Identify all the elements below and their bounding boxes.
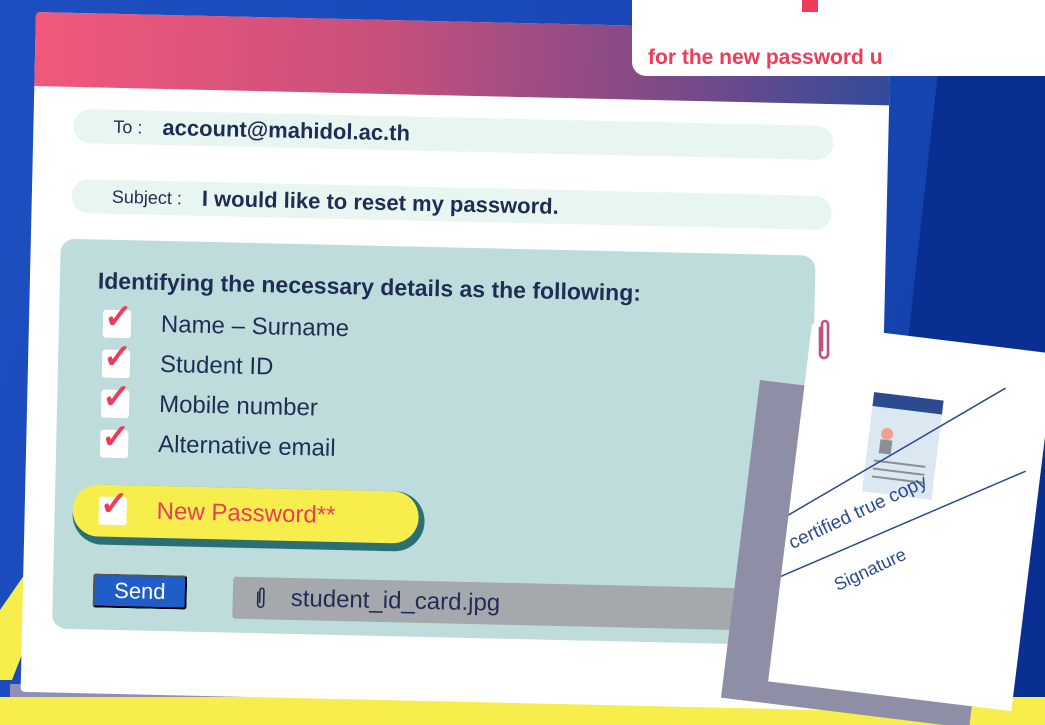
checklist-item-label: Alternative email (157, 430, 336, 462)
stamp-text: certified true copy (786, 471, 931, 554)
checklist-item: ✓ Mobile number (100, 378, 348, 430)
signature-text: Signature (831, 544, 909, 595)
paperclip-icon (818, 319, 830, 360)
to-value: account@mahidol.ac.th (162, 114, 411, 146)
paperclip-icon (256, 587, 265, 608)
check-mark-icon: ✓ (100, 417, 131, 457)
checkbox[interactable]: ✓ (100, 378, 131, 419)
body-heading: Identifying the necessary details as the… (97, 267, 642, 306)
id-card-illustration: certified true copy Signature (770, 387, 1026, 595)
highlighted-item-shadow: ✓ New Password** (71, 483, 426, 552)
id-card-copy: certified true copy Signature (768, 324, 1045, 712)
banner-accent (802, 0, 818, 12)
attachment-filename: student_id_card.jpg (290, 584, 501, 617)
subject-label: Subject : (111, 186, 183, 208)
check-mark-icon: ✓ (102, 337, 133, 377)
check-mark-icon: ✓ (99, 484, 129, 524)
check-mark-icon: ✓ (101, 377, 132, 417)
check-mark-icon: ✓ (103, 297, 134, 337)
to-field[interactable]: To : account@mahidol.ac.th (73, 108, 834, 161)
checkbox[interactable]: ✓ (99, 418, 130, 459)
attachment-chip[interactable]: student_id_card.jpg (232, 576, 754, 631)
email-body[interactable]: Identifying the necessary details as the… (52, 238, 816, 646)
checklist-item: ✓ Name – Surname (102, 298, 350, 350)
checklist-item: ✓ Alternative email (99, 418, 347, 470)
checkbox[interactable]: ✓ (98, 485, 129, 526)
checklist: ✓ Name – Surname ✓ Student ID ✓ Mobile n… (99, 298, 350, 470)
checklist-item-label: New Password** (156, 497, 336, 529)
banner-text: for the new password u (648, 46, 883, 69)
top-banner: for the new password u (632, 0, 1045, 76)
checklist-item: ✓ Student ID (101, 338, 349, 390)
checklist-item-label: Mobile number (158, 390, 319, 422)
highlighted-checklist-item: ✓ New Password** (72, 483, 420, 544)
subject-value: I would like to reset my password. (201, 185, 560, 219)
checkbox[interactable]: ✓ (102, 298, 133, 339)
checkbox[interactable]: ✓ (101, 338, 132, 379)
to-label: To : (113, 116, 143, 137)
checklist-item-label: Student ID (159, 350, 274, 381)
send-button[interactable]: Send (92, 573, 188, 610)
subject-field[interactable]: Subject : I would like to reset my passw… (71, 178, 833, 231)
checklist-item-label: Name – Surname (160, 310, 350, 343)
